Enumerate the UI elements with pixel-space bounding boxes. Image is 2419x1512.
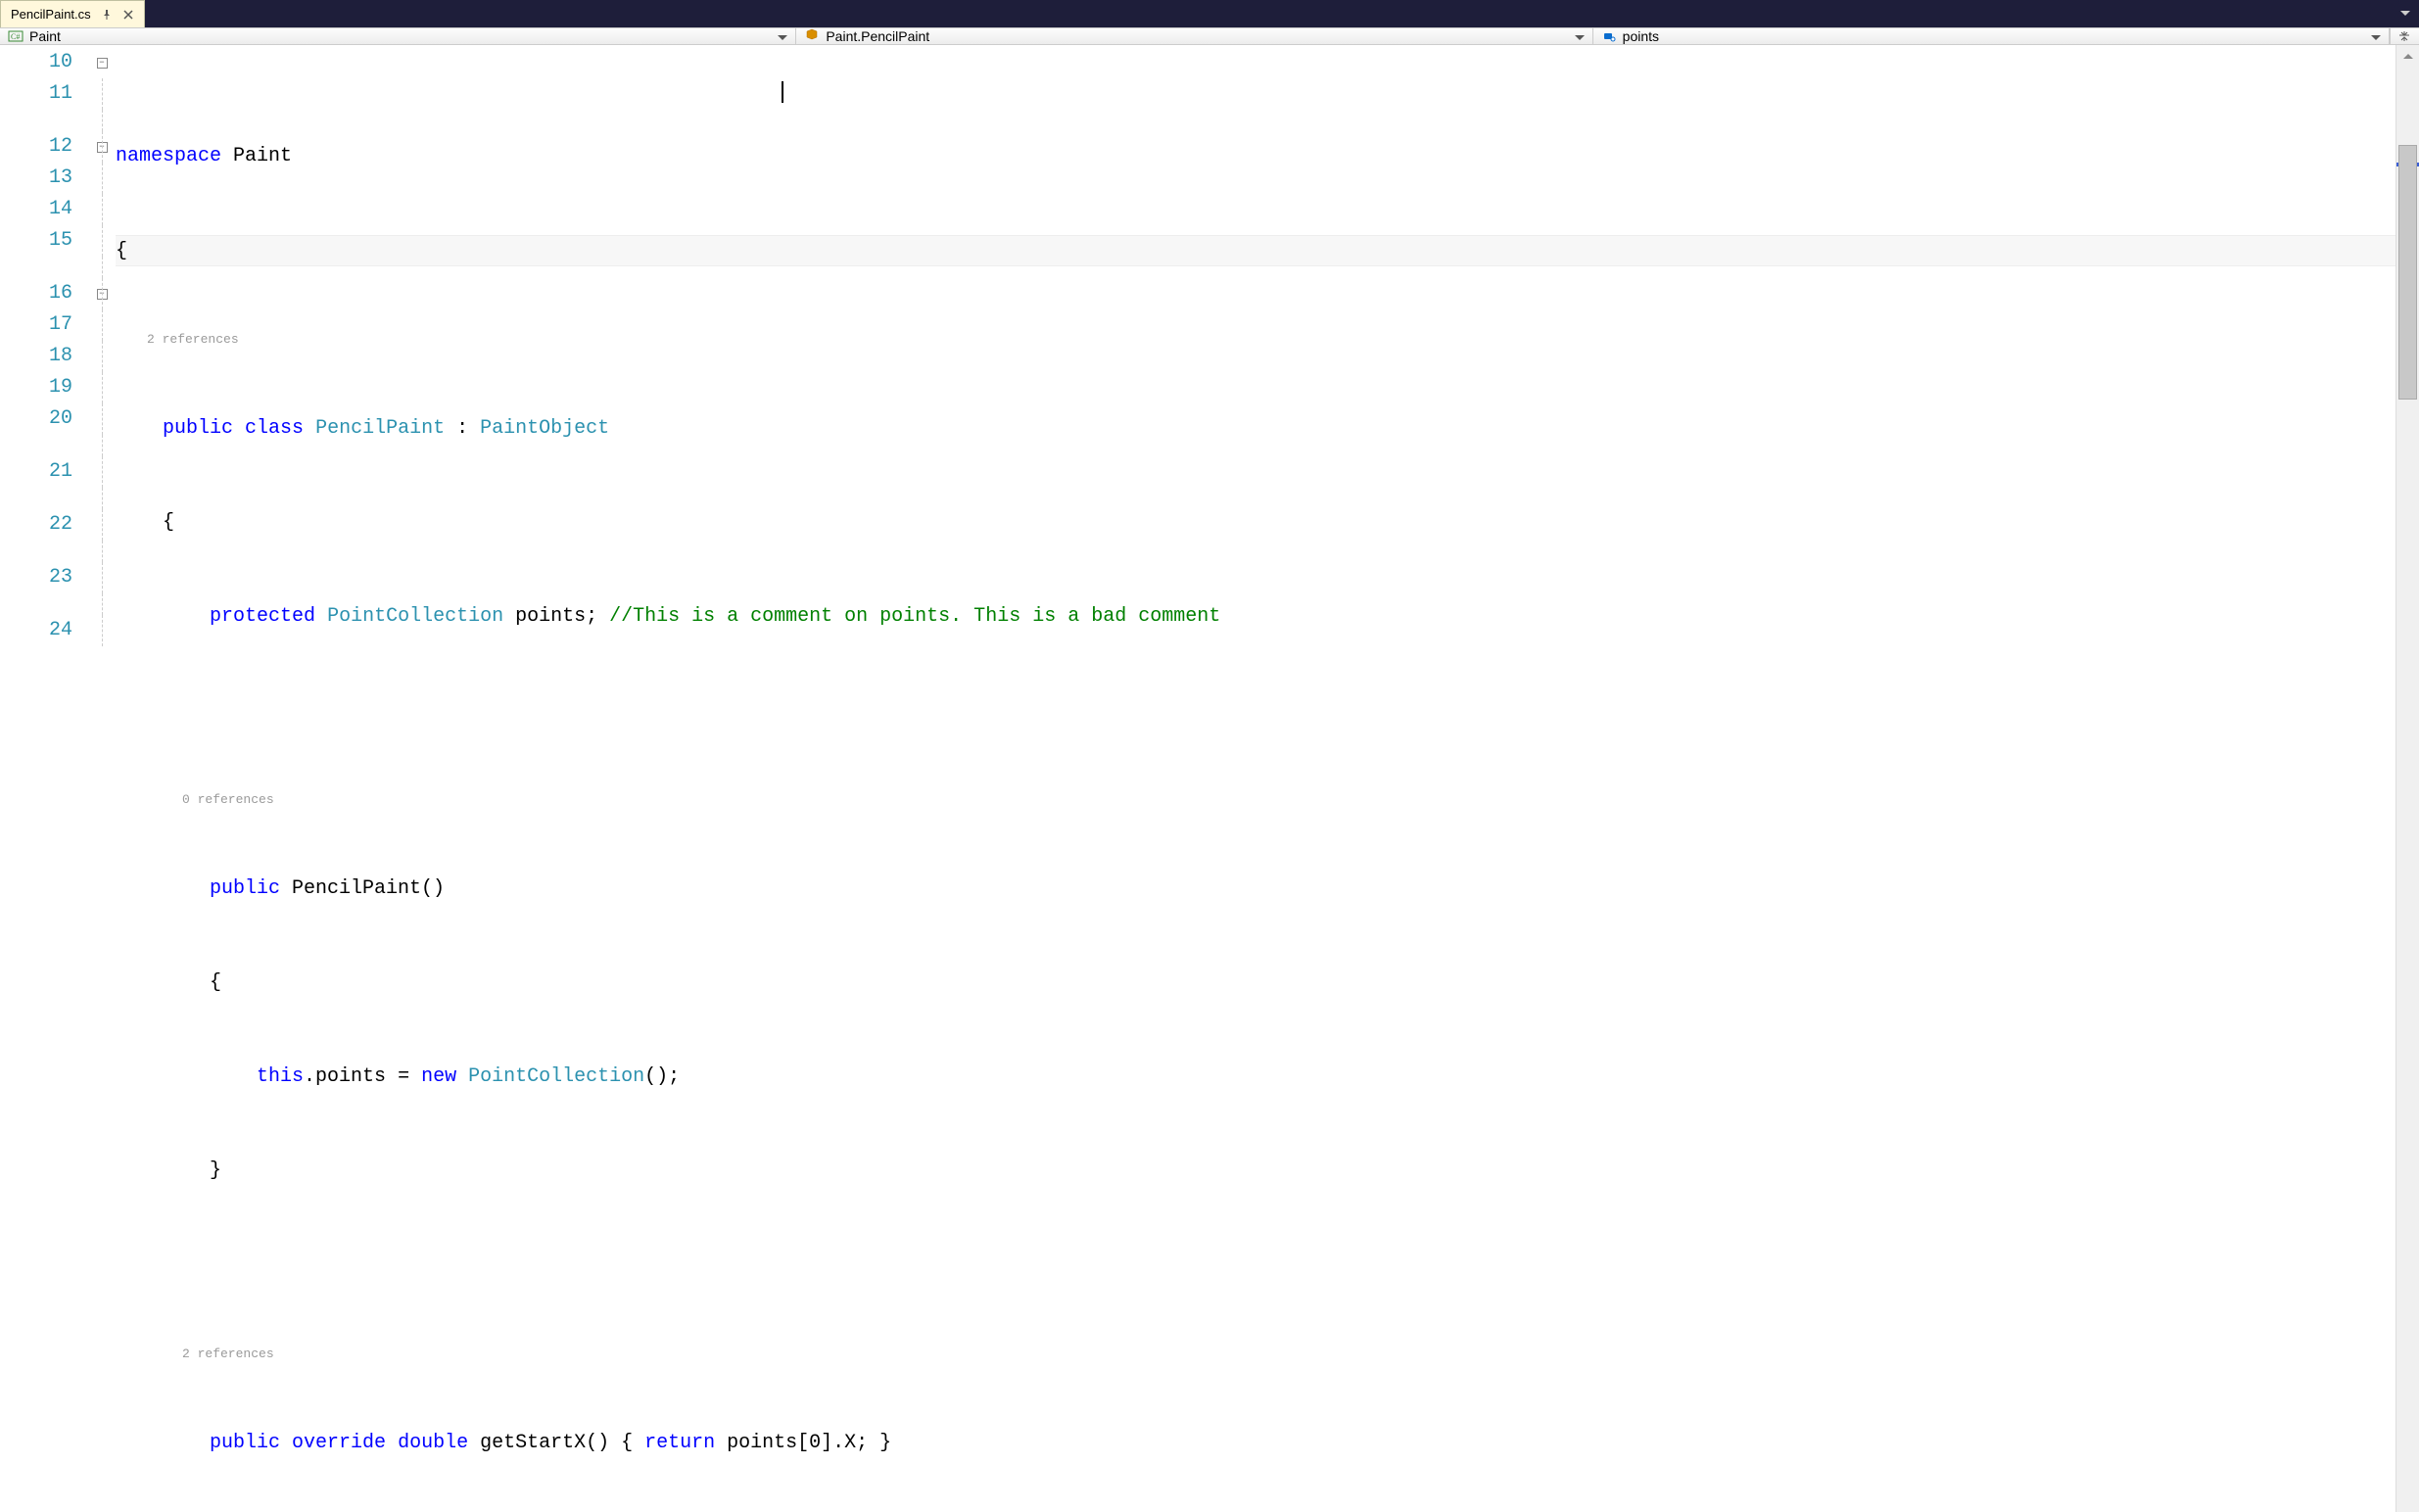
line-number: 23	[0, 562, 72, 593]
code-token: {	[116, 971, 221, 994]
line-number: 12	[0, 131, 72, 163]
svg-text:C#: C#	[11, 32, 20, 41]
code-token: PointCollection	[327, 605, 503, 628]
line-number: 21	[0, 456, 72, 488]
code-token: points;	[503, 605, 609, 628]
fold-toggle[interactable]: −	[97, 58, 108, 69]
code-token: public	[210, 1432, 280, 1454]
tab-overflow-button[interactable]	[2392, 0, 2419, 27]
code-token: PencilPaint()	[280, 877, 445, 900]
code-token: .points =	[304, 1065, 421, 1088]
csharp-project-icon: C#	[8, 28, 24, 44]
nav-bar: C# Paint Paint.PencilPaint points	[0, 27, 2419, 45]
line-number: 18	[0, 341, 72, 372]
code-token: return	[644, 1432, 715, 1454]
scroll-up-button[interactable]	[2396, 45, 2419, 67]
scrollbar-thumb[interactable]	[2398, 145, 2417, 400]
code-token: new	[421, 1065, 456, 1088]
code-token: PencilPaint	[315, 417, 445, 440]
line-number: 14	[0, 194, 72, 225]
code-token: ();	[644, 1065, 680, 1088]
outline-margin: − − −	[88, 45, 116, 1512]
chevron-down-icon	[778, 28, 787, 44]
codelens-references[interactable]: 2 references	[116, 1347, 274, 1361]
tab-pencilpaint[interactable]: PencilPaint.cs	[0, 0, 145, 27]
code-token: {	[116, 240, 127, 262]
split-editor-button[interactable]	[2390, 28, 2419, 44]
member-scope-combo[interactable]: points	[1593, 28, 2390, 44]
class-icon	[804, 28, 820, 44]
line-number: 15	[0, 225, 72, 257]
project-scope-combo[interactable]: C# Paint	[0, 28, 796, 44]
code-token: //This is a comment on points. This is a…	[609, 605, 1220, 628]
class-scope-combo[interactable]: Paint.PencilPaint	[796, 28, 1592, 44]
vertical-scrollbar[interactable]	[2395, 45, 2419, 1512]
line-number: 16	[0, 278, 72, 309]
line-number: 17	[0, 309, 72, 341]
chevron-down-icon	[1575, 28, 1585, 44]
code-token: public	[163, 417, 233, 440]
code-token: double	[398, 1432, 468, 1454]
text-caret	[782, 81, 783, 103]
code-token: }	[116, 1159, 221, 1182]
line-number-gutter: 10 11 12 13 14 15 16 17 18 19 20 21 22 2…	[0, 45, 88, 1512]
line-number: 11	[0, 78, 72, 110]
close-icon[interactable]	[122, 10, 134, 20]
code-token: Paint	[221, 145, 292, 167]
line-number: 22	[0, 509, 72, 541]
code-token: class	[245, 417, 304, 440]
code-token: protected	[210, 605, 315, 628]
codelens-references[interactable]: 2 references	[116, 332, 239, 347]
code-editor[interactable]: 10 11 12 13 14 15 16 17 18 19 20 21 22 2…	[0, 45, 2419, 1512]
code-token: this	[257, 1065, 304, 1088]
chevron-down-icon	[2371, 28, 2381, 44]
code-token: getStartX() {	[468, 1432, 644, 1454]
line-number: 19	[0, 372, 72, 403]
code-token: PointCollection	[468, 1065, 644, 1088]
code-token: public	[210, 877, 280, 900]
class-scope-label: Paint.PencilPaint	[826, 28, 929, 44]
line-number: 20	[0, 403, 72, 435]
tab-bar: PencilPaint.cs	[0, 0, 2419, 27]
line-number: 13	[0, 163, 72, 194]
code-token: points[0].X; }	[715, 1432, 891, 1454]
code-token: {	[116, 511, 174, 534]
code-token: :	[445, 417, 480, 440]
line-number: 24	[0, 615, 72, 646]
project-scope-label: Paint	[29, 28, 61, 44]
codelens-references[interactable]: 0 references	[116, 792, 274, 807]
field-icon	[1601, 28, 1617, 44]
code-token: namespace	[116, 145, 221, 167]
ide-window: PencilPaint.cs C# Paint	[0, 0, 2419, 756]
member-scope-label: points	[1623, 28, 1659, 44]
scrollbar-track[interactable]	[2396, 67, 2419, 1512]
tab-title: PencilPaint.cs	[11, 7, 91, 22]
code-content[interactable]: namespace Paint { 2 references public cl…	[116, 45, 2395, 1512]
code-token: PaintObject	[480, 417, 609, 440]
pin-icon[interactable]	[101, 10, 113, 20]
code-token: override	[292, 1432, 386, 1454]
line-number: 10	[0, 47, 72, 78]
